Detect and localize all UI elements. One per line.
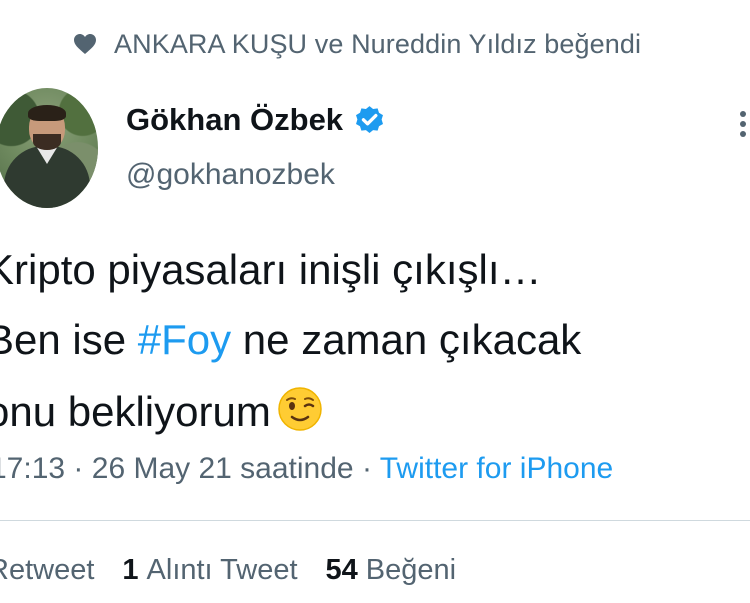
retweets-label: Retweet (0, 554, 95, 586)
social-context[interactable]: ANKARA KUŞU ve Nureddin Yıldız beğendi (72, 26, 641, 62)
engagement-stats: Retweet 1Alıntı Tweet 54Beğeni (0, 554, 456, 587)
tweet-source-link[interactable]: Twitter for iPhone (380, 452, 613, 485)
tweet-line-2: Ben ise #Foy ne zaman çıkacak (0, 316, 750, 364)
tweet-text: Kripto piyasaları inişli çıkışlı… Ben is… (0, 246, 750, 456)
tweet-time[interactable]: 17:13 (0, 452, 65, 485)
likes-label: Beğeni (365, 554, 457, 586)
tweet-line-3-text: onu bekliyorum (0, 388, 271, 435)
author-display-name[interactable]: Gökhan Özbek (126, 102, 343, 138)
meta-separator: · (73, 452, 84, 485)
tweet-line-2-start: Ben ise (0, 316, 138, 363)
tweet-line-2-end: ne zaman çıkacak (231, 316, 582, 363)
retweets-stat[interactable]: Retweet (0, 554, 94, 587)
tweet-date[interactable]: 26 May 21 saatinde (92, 452, 354, 485)
hashtag-link[interactable]: #Foy (138, 316, 231, 363)
likes-stat[interactable]: 54 Beğeni (326, 554, 457, 587)
social-context-text: ANKARA KUŞU ve Nureddin Yıldız beğendi (114, 28, 642, 59)
winking-face-icon (277, 386, 323, 432)
avatar-hair (28, 105, 66, 121)
author-handle[interactable]: @gokhanozbek (126, 158, 335, 192)
quote-tweets-count: 1 (122, 554, 139, 586)
author-name-row[interactable]: Gökhan Özbek (126, 102, 386, 138)
verified-badge-icon (353, 104, 386, 137)
more-options-icon[interactable] (736, 110, 750, 138)
likes-count: 54 (325, 554, 358, 586)
avatar[interactable] (0, 88, 98, 208)
quote-tweets-stat[interactable]: 1 Alıntı Tweet (122, 554, 297, 587)
tweet-line-1: Kripto piyasaları inişli çıkışlı… (0, 246, 542, 293)
divider (0, 520, 750, 521)
quote-tweets-label: Alıntı Tweet (146, 554, 298, 586)
tweet-meta: 17:13 · 26 May 21 saatinde · Twitter for… (0, 452, 613, 486)
tweet-line-3: onu bekliyorum (0, 386, 750, 435)
meta-separator-2: · (361, 452, 372, 485)
avatar-beard (33, 134, 61, 150)
heart-icon (72, 31, 98, 57)
